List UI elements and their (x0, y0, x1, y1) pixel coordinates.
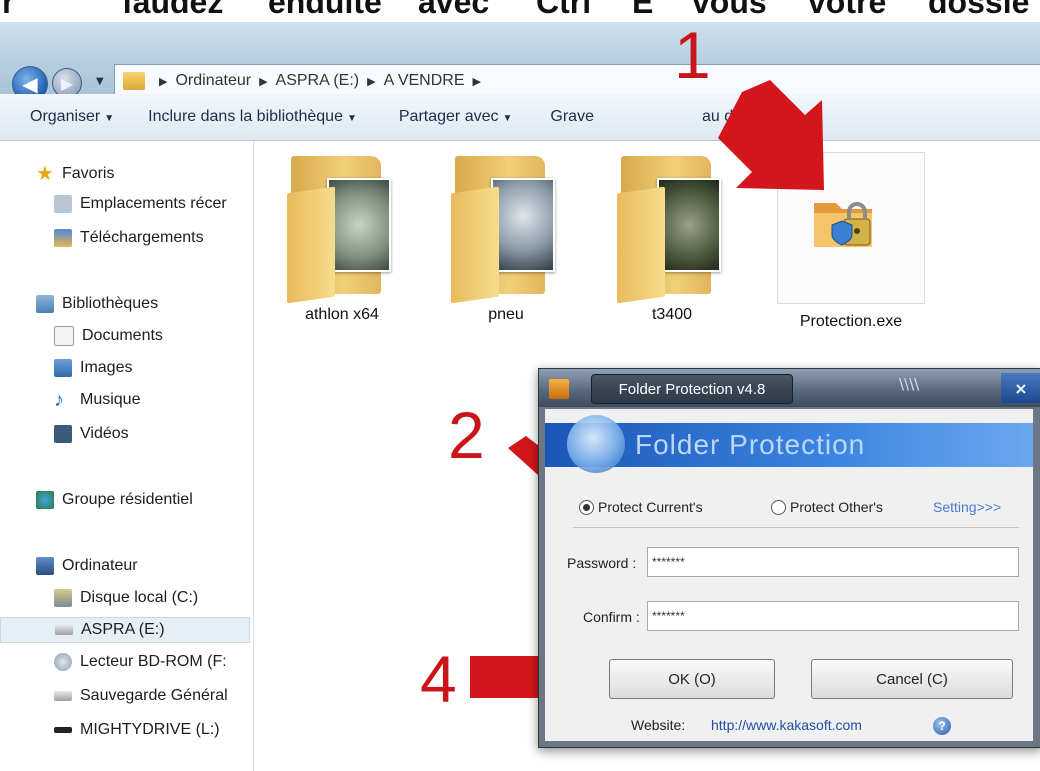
folder-protection-dialog: Folder Protection v4.8 \\\\ × Folder Pro… (538, 368, 1040, 748)
radio-label: Protect Other's (790, 499, 883, 515)
close-button[interactable]: × (1001, 373, 1040, 403)
radio-label: Protect Current's (598, 499, 703, 515)
divider (573, 527, 1019, 528)
step-number-1: 1 (674, 18, 711, 92)
step-number-2: 2 (448, 398, 485, 472)
dialog-footer: Website: http://www.kakasoft.com ? (545, 713, 1033, 741)
website-label: Website: (631, 717, 686, 733)
password-label: Password : (567, 555, 637, 571)
help-icon[interactable]: ? (933, 717, 951, 735)
protect-current-radio[interactable]: Protect Current's (579, 499, 703, 515)
ok-button[interactable]: OK (O) (609, 659, 775, 699)
protection-mode-group: Protect Current's Protect Other's Settin… (579, 495, 1019, 521)
arrow-step-1 (718, 80, 824, 190)
confirm-password-field[interactable]: ******* (647, 601, 1019, 631)
radio-selected-icon (579, 499, 594, 515)
website-link[interactable]: http://www.kakasoft.com (711, 717, 862, 733)
password-field[interactable]: ******* (647, 547, 1019, 577)
step-number-4: 4 (420, 642, 457, 716)
dialog-title: Folder Protection v4.8 (591, 374, 793, 404)
dialog-title-bar[interactable]: Folder Protection v4.8 \\\\ × (539, 369, 1040, 407)
dialog-body: Folder Protection Protect Current's Prot… (545, 409, 1033, 741)
confirm-label: Confirm : (583, 609, 640, 625)
setting-link[interactable]: Setting>>> (933, 499, 1001, 515)
dialog-banner: Folder Protection (545, 415, 1033, 473)
banner-title: Folder Protection (635, 429, 866, 460)
app-icon (549, 379, 569, 399)
protect-other-radio[interactable]: Protect Other's (771, 499, 883, 515)
globe-logo-icon (567, 415, 625, 473)
title-decoration: \\\\ (899, 375, 920, 393)
radio-unselected-icon (771, 499, 786, 515)
cancel-button[interactable]: Cancel (C) (811, 659, 1013, 699)
